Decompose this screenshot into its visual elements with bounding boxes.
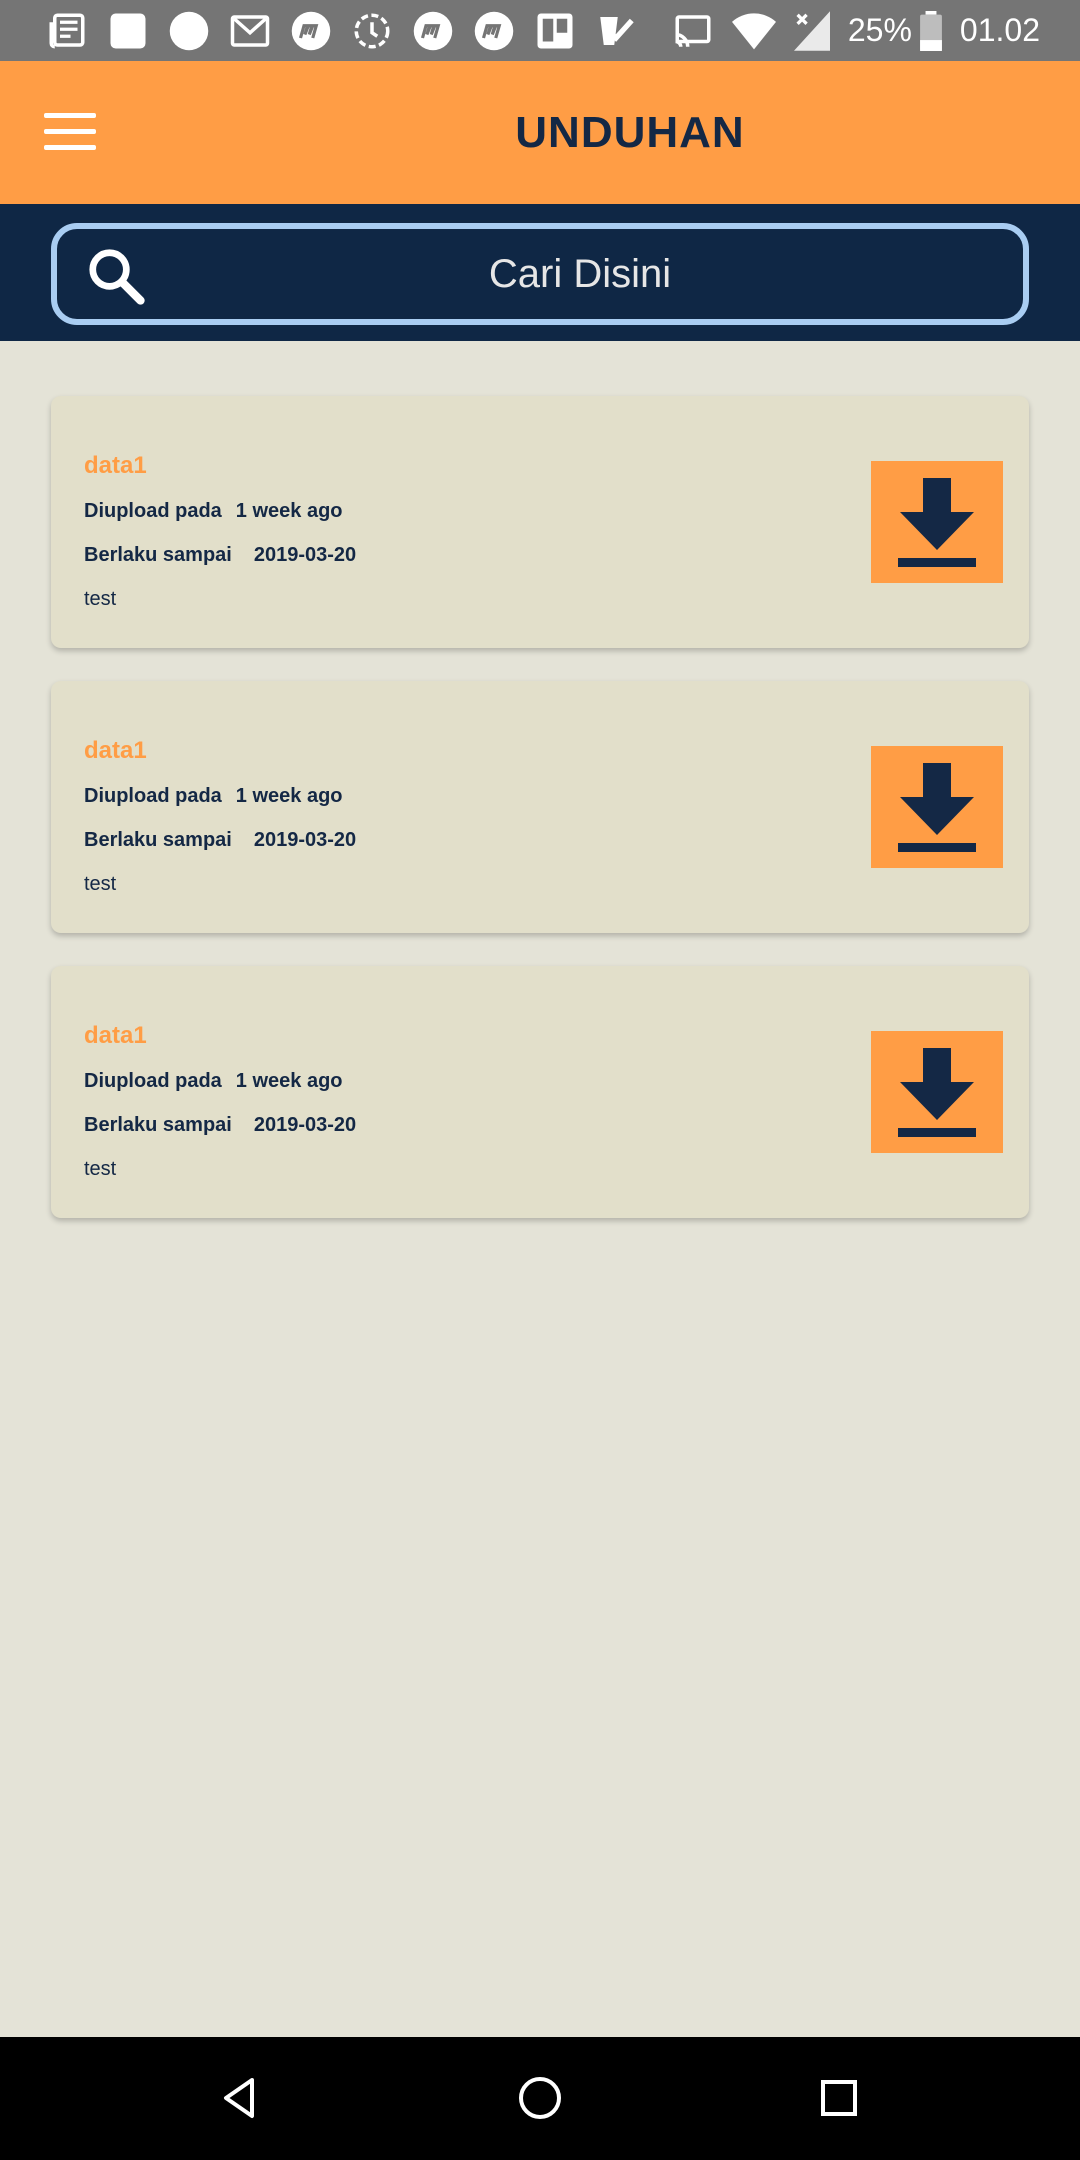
- battery-icon: [920, 10, 942, 51]
- sync-icon: [349, 8, 395, 54]
- card-title: data1: [84, 452, 147, 479]
- page-title: UNDUHAN: [515, 107, 745, 157]
- download-button[interactable]: [871, 461, 1003, 583]
- app-bar: UNDUHAN: [0, 61, 1080, 204]
- search-bar-container: [0, 204, 1080, 341]
- search-icon: [89, 249, 145, 305]
- square-app-icon: [105, 8, 151, 54]
- battery-percent: 25%: [847, 12, 912, 48]
- download-card: data1 Diupload pada 1 week ago Berlaku sa…: [51, 396, 1029, 648]
- uploaded-row: Diupload pada 1 week ago: [84, 500, 343, 523]
- card-title: data1: [84, 737, 147, 764]
- cast-icon: [672, 10, 714, 52]
- valid-until-value: 2019-03-20: [253, 1114, 357, 1136]
- valid-until-label: Berlaku sampai: [84, 544, 232, 566]
- uploaded-value: 1 week ago: [235, 785, 343, 807]
- download-card: data1 Diupload pada 1 week ago Berlaku sa…: [51, 966, 1029, 1218]
- m-app-icon: [410, 8, 456, 54]
- m-app-icon: [471, 8, 517, 54]
- cell-signal-icon: [793, 10, 830, 51]
- m-app-icon: [288, 8, 334, 54]
- download-icon: [898, 478, 976, 567]
- notification-icons: [44, 8, 654, 54]
- card-description: test: [84, 1158, 117, 1180]
- download-button[interactable]: [871, 1031, 1003, 1153]
- valid-until-row: Berlaku sampai 2019-03-20: [84, 829, 356, 852]
- gmail-icon: [227, 8, 273, 54]
- status-bar: 25% 01.02: [0, 0, 1080, 61]
- uploaded-label: Diupload pada: [84, 1070, 222, 1092]
- download-card: data1 Diupload pada 1 week ago Berlaku sa…: [51, 681, 1029, 933]
- valid-until-row: Berlaku sampai 2019-03-20: [84, 544, 356, 567]
- valid-until-value: 2019-03-20: [253, 544, 357, 566]
- uploaded-value: 1 week ago: [235, 500, 343, 522]
- valid-until-row: Berlaku sampai 2019-03-20: [84, 1114, 356, 1137]
- download-icon: [898, 763, 976, 852]
- news-icon: [44, 8, 90, 54]
- home-icon[interactable]: [507, 2065, 573, 2131]
- navigation-bar: [0, 2037, 1080, 2160]
- uploaded-row: Diupload pada 1 week ago: [84, 1070, 343, 1093]
- uploaded-label: Diupload pada: [84, 785, 222, 807]
- uploaded-label: Diupload pada: [84, 500, 222, 522]
- system-status: 25% 01.02: [654, 0, 1040, 61]
- download-icon: [898, 1048, 976, 1137]
- card-description: test: [84, 873, 117, 895]
- valid-until-label: Berlaku sampai: [84, 1114, 232, 1136]
- task-check-icon: [593, 8, 639, 54]
- search-box[interactable]: [51, 223, 1029, 325]
- recents-icon[interactable]: [806, 2065, 872, 2131]
- wifi-icon: [731, 11, 776, 51]
- valid-until-label: Berlaku sampai: [84, 829, 232, 851]
- uploaded-row: Diupload pada 1 week ago: [84, 785, 343, 808]
- uploaded-value: 1 week ago: [235, 1070, 343, 1092]
- valid-until-value: 2019-03-20: [253, 829, 357, 851]
- back-icon[interactable]: [207, 2065, 273, 2131]
- card-title: data1: [84, 1022, 147, 1049]
- clock: 01.02: [959, 12, 1040, 48]
- card-description: test: [84, 588, 117, 610]
- download-button[interactable]: [871, 746, 1003, 868]
- trello-icon: [532, 8, 578, 54]
- search-input[interactable]: [157, 229, 1003, 319]
- circle-app-icon: [166, 8, 212, 54]
